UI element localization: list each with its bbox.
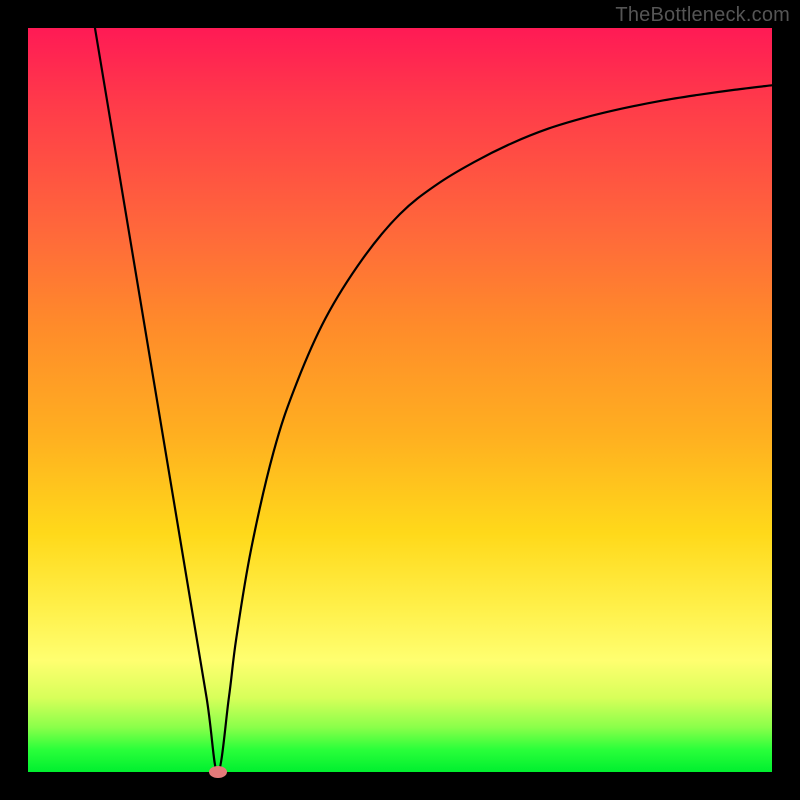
plot-area	[28, 28, 772, 772]
optimum-marker	[209, 766, 227, 778]
chart-frame: TheBottleneck.com	[0, 0, 800, 800]
watermark-text: TheBottleneck.com	[615, 4, 790, 27]
bottleneck-curve	[28, 28, 772, 772]
